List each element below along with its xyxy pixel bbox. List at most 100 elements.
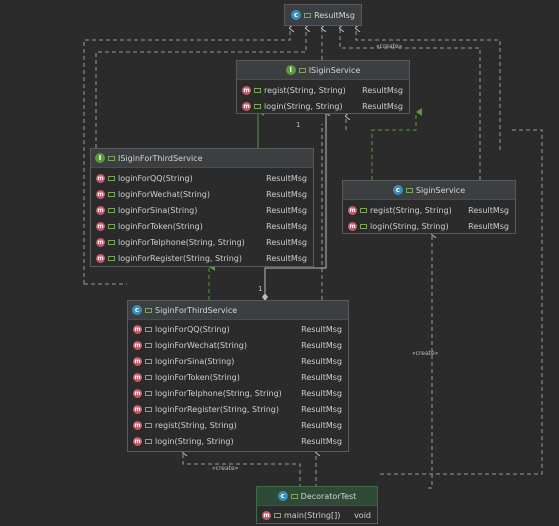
method-signature: loginForSina(String): [155, 356, 235, 366]
visibility-icon: [145, 438, 152, 444]
method-signature: loginForTelphone(String, String): [155, 388, 282, 398]
interface-icon: I: [95, 153, 105, 163]
method-signature: regist(String, String): [155, 420, 237, 430]
method-signature: login(String, String): [370, 221, 449, 231]
visibility-icon: [145, 342, 152, 348]
method-signature: loginForQQ(String): [118, 173, 193, 183]
class-icon: c: [291, 10, 302, 20]
siginforthirdservice-class-box[interactable]: c SiginForThirdService m loginForQQ(Strin…: [127, 300, 349, 452]
method-return-type: ResultMsg: [301, 356, 342, 366]
method-signature: login(String, String): [264, 101, 343, 111]
method-signature: login(String, String): [155, 436, 234, 446]
method-return-type: ResultMsg: [301, 372, 342, 382]
method-return-type: ResultMsg: [301, 404, 342, 414]
visibility-icon: [360, 223, 367, 229]
method-row[interactable]: m login(String, String) ResultMsg: [343, 218, 515, 234]
visibility-icon: [108, 155, 115, 161]
method-icon: m: [133, 436, 142, 446]
visibility-icon: [290, 493, 298, 499]
method-return-type: ResultMsg: [301, 388, 342, 398]
method-row[interactable]: m loginForRegister(String, String) ResultM…: [128, 401, 348, 417]
create-dependency-line: [183, 452, 301, 488]
visibility-icon: [145, 326, 152, 332]
method-row[interactable]: m regist(String, String) ResultMsg: [237, 82, 409, 98]
visibility-icon: [145, 374, 152, 380]
method-row[interactable]: m loginForWechat(String) ResultMsg: [91, 186, 313, 202]
create-dependency-line: [428, 234, 432, 489]
visibility-icon: [145, 358, 152, 364]
method-signature: loginForToken(String): [155, 372, 240, 382]
method-return-type: ResultMsg: [301, 340, 342, 350]
method-signature: loginForRegister(String, String): [155, 404, 280, 414]
method-row[interactable]: m main(String[]) void: [257, 507, 377, 523]
visibility-icon: [108, 239, 115, 245]
method-return-type: ResultMsg: [301, 420, 342, 430]
method-row[interactable]: m loginForWechat(String) ResultMsg: [128, 337, 348, 353]
method-row[interactable]: m loginForSina(String) ResultMsg: [91, 202, 313, 218]
method-row[interactable]: m loginForTelphone(String, String) ResultM…: [91, 234, 313, 250]
visibility-icon: [304, 12, 312, 18]
visibility-icon: [360, 207, 367, 213]
isiginservice-interface-box[interactable]: I ISiginService m regist(String, String) R…: [236, 60, 410, 114]
method-row[interactable]: m regist(String, String) ResultMsg: [343, 202, 515, 218]
method-icon: m: [262, 510, 271, 520]
method-row[interactable]: m loginForRegister(String, String) ResultM…: [91, 250, 313, 266]
method-signature: loginForQQ(String): [155, 324, 230, 334]
method-return-type: ResultMsg: [468, 205, 509, 215]
resultmsg-class-box[interactable]: c ResultMsg: [284, 4, 362, 26]
method-row[interactable]: m loginForSina(String) ResultMsg: [128, 353, 348, 369]
visibility-icon: [145, 307, 152, 313]
interface-icon: I: [285, 65, 296, 75]
method-icon: m: [242, 101, 251, 111]
multiplicity-label: 1: [296, 121, 301, 129]
method-return-type: ResultMsg: [362, 101, 403, 111]
class-title: SiginForThirdService: [155, 305, 238, 315]
create-label: «create»: [412, 350, 439, 357]
class-header: c SiginForThirdService: [128, 301, 348, 320]
method-row[interactable]: m loginForToken(String) ResultMsg: [128, 369, 348, 385]
method-row[interactable]: m loginForToken(String) ResultMsg: [91, 218, 313, 234]
method-icon: m: [133, 388, 142, 398]
interface-title: ISiginForThirdService: [118, 153, 203, 163]
visibility-icon: [254, 103, 261, 109]
visibility-icon: [145, 422, 152, 428]
visibility-icon: [274, 512, 281, 518]
method-signature: loginForToken(String): [118, 221, 203, 231]
method-icon: m: [96, 253, 105, 263]
method-signature: loginForSina(String): [118, 205, 198, 215]
class-icon: c: [132, 305, 142, 315]
class-title: SiginService: [415, 185, 466, 195]
method-icon: m: [133, 372, 142, 382]
interface-header: I ISiginService: [237, 61, 409, 80]
method-signature: regist(String, String): [264, 85, 346, 95]
method-row[interactable]: m loginForQQ(String) ResultMsg: [128, 321, 348, 337]
method-return-type: ResultMsg: [266, 173, 307, 183]
isiginforthirdservice-interface-box[interactable]: I ISiginForThirdService m loginForQQ(Stri…: [90, 148, 314, 267]
class-header: c ResultMsg: [285, 5, 361, 25]
method-return-type: ResultMsg: [301, 324, 342, 334]
method-row[interactable]: m regist(String, String) ResultMsg: [128, 417, 348, 433]
visibility-icon: [254, 87, 261, 93]
create-label: «create»: [212, 465, 239, 472]
visibility-icon: [108, 255, 115, 261]
class-icon: c: [277, 491, 288, 501]
method-icon: m: [348, 205, 357, 215]
decoratortest-class-box[interactable]: c DecoratorTest m main(String[]) void: [256, 486, 378, 524]
method-row[interactable]: m login(String, String) ResultMsg: [237, 98, 409, 114]
method-return-type: ResultMsg: [266, 205, 307, 215]
method-row[interactable]: m loginForTelphone(String, String) ResultM…: [128, 385, 348, 401]
method-icon: m: [133, 356, 142, 366]
method-icon: m: [133, 404, 142, 414]
method-row[interactable]: m loginForQQ(String) ResultMsg: [91, 170, 313, 186]
interface-header: I ISiginForThirdService: [91, 149, 313, 168]
visibility-icon: [108, 175, 115, 181]
realization-line: [371, 108, 422, 180]
visibility-icon: [108, 207, 115, 213]
method-row[interactable]: m login(String, String) ResultMsg: [128, 433, 348, 449]
method-signature: loginForWechat(String): [118, 189, 210, 199]
method-icon: m: [96, 205, 105, 215]
method-icon: m: [96, 173, 105, 183]
class-header: c SiginService: [343, 181, 515, 200]
method-signature: loginForWechat(String): [155, 340, 247, 350]
siginservice-class-box[interactable]: c SiginService m regist(String, String) Re…: [342, 180, 516, 234]
